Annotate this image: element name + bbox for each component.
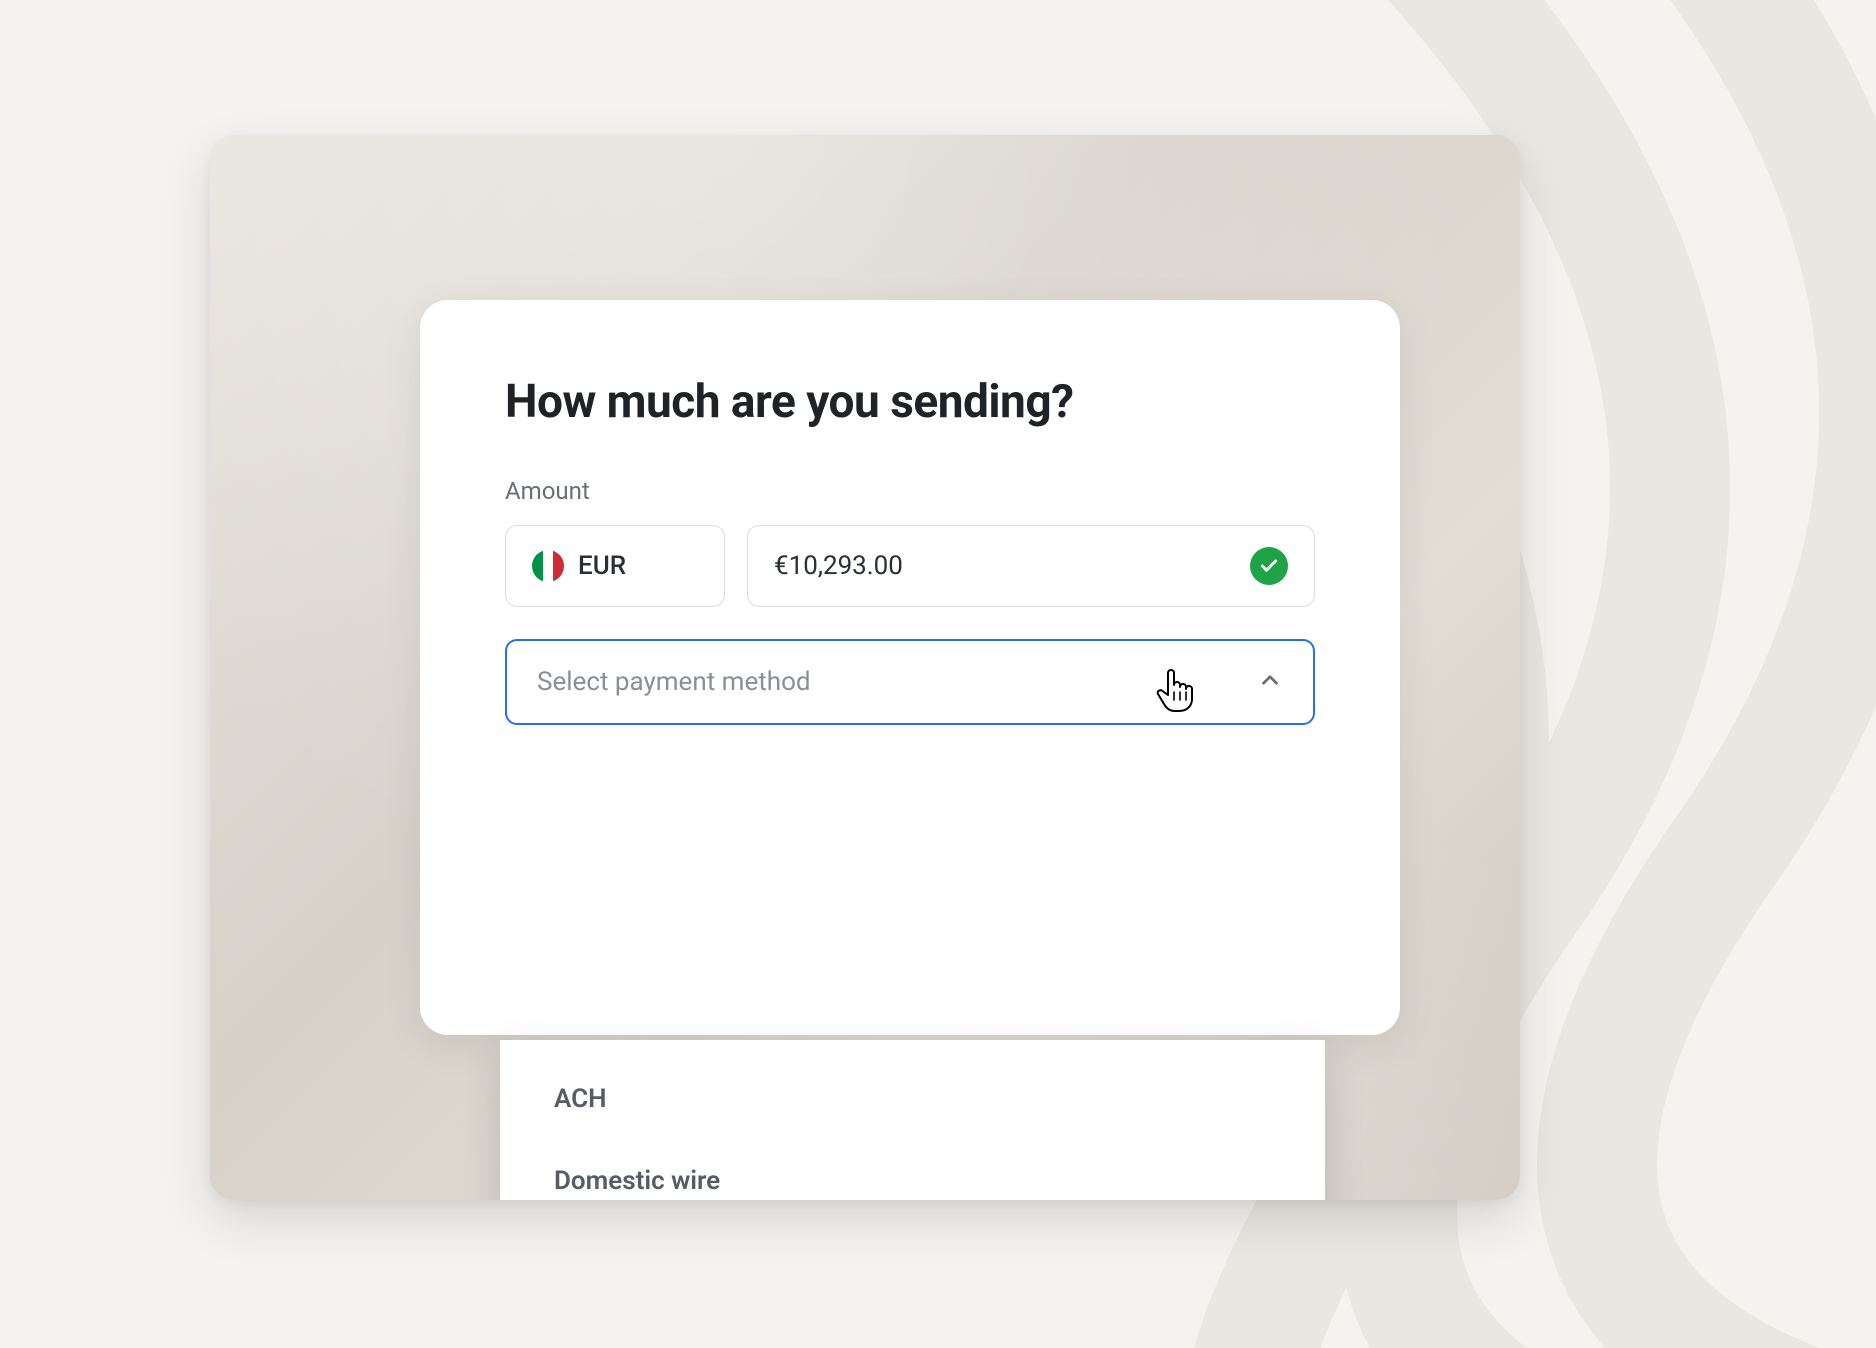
hero-card: How much are you sending? Amount EUR €10… bbox=[210, 135, 1520, 1200]
send-money-card: How much are you sending? Amount EUR €10… bbox=[420, 300, 1400, 1035]
payment-method-option-domestic-wire[interactable]: Domestic wire bbox=[500, 1140, 1325, 1200]
currency-code: EUR bbox=[578, 551, 626, 581]
amount-value: €10,293.00 bbox=[774, 551, 903, 581]
checkmark-circle-icon bbox=[1250, 547, 1288, 585]
amount-label: Amount bbox=[505, 477, 1315, 505]
payment-method-option-ach[interactable]: ACH bbox=[500, 1058, 1325, 1140]
italy-flag-icon bbox=[532, 550, 564, 582]
select-placeholder: Select payment method bbox=[537, 667, 811, 697]
amount-input[interactable]: €10,293.00 bbox=[747, 525, 1315, 607]
pointer-cursor-icon bbox=[1154, 665, 1198, 713]
payment-method-select[interactable]: Select payment method bbox=[505, 639, 1315, 725]
card-heading: How much are you sending? bbox=[505, 375, 1315, 429]
currency-selector[interactable]: EUR bbox=[505, 525, 725, 607]
payment-method-dropdown: ACH Domestic wire International wire Che… bbox=[500, 1040, 1325, 1200]
amount-row: EUR €10,293.00 bbox=[505, 525, 1315, 607]
chevron-up-icon bbox=[1257, 667, 1283, 697]
